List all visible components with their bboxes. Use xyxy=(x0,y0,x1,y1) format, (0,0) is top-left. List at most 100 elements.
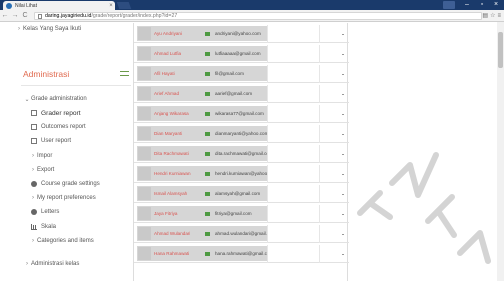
grade-cell[interactable] xyxy=(319,45,349,63)
student-name[interactable]: Ahmad Lutfia xyxy=(154,51,181,56)
scrollbar-thumb[interactable] xyxy=(498,32,503,68)
student-name[interactable]: Anjang Wikarasa xyxy=(154,111,189,116)
avatar[interactable] xyxy=(138,127,151,140)
sidebar-item-outcomes-report[interactable]: Outcomes report xyxy=(31,121,86,133)
sidebar-item-my-courses[interactable]: › Kelas Yang Saya Ikuti xyxy=(15,23,81,35)
grade-cell[interactable] xyxy=(319,105,349,123)
grade-cell[interactable] xyxy=(319,25,349,43)
block-menu-icon[interactable] xyxy=(120,71,129,76)
student-cell[interactable]: Arief Ahmad xyxy=(137,86,203,101)
student-cell[interactable]: Dian Maryanti xyxy=(137,126,203,141)
grade-cell[interactable] xyxy=(267,225,319,243)
maximize-button[interactable]: ▫ xyxy=(475,0,489,10)
profile-icon[interactable] xyxy=(443,1,455,9)
close-window-button[interactable]: × xyxy=(489,0,503,10)
grade-cell[interactable] xyxy=(267,185,319,203)
bookmark-star-icon[interactable]: ☆ xyxy=(490,11,495,21)
avatar[interactable] xyxy=(138,227,151,240)
page-scrollbar[interactable] xyxy=(497,22,504,281)
user-report-icon[interactable] xyxy=(205,51,210,56)
grade-cell[interactable] xyxy=(319,245,349,263)
student-cell[interactable]: Ahmad Lutfia xyxy=(137,46,203,61)
minimize-button[interactable]: – xyxy=(460,0,474,10)
student-name[interactable]: Ismail Alamsyah xyxy=(154,191,187,196)
forward-button[interactable]: → xyxy=(10,10,20,22)
user-report-icon[interactable] xyxy=(205,111,210,116)
user-report-icon[interactable] xyxy=(205,231,210,236)
avatar[interactable] xyxy=(138,147,151,160)
grade-cell[interactable] xyxy=(267,25,319,43)
student-cell[interactable]: Ahmad Wulandari xyxy=(137,226,203,241)
new-tab-button[interactable] xyxy=(116,2,132,9)
user-report-icon[interactable] xyxy=(205,191,210,196)
back-button[interactable]: ← xyxy=(0,10,10,22)
sidebar-item-letters[interactable]: Letters xyxy=(31,206,59,218)
user-report-icon[interactable] xyxy=(205,251,210,256)
grade-cell[interactable] xyxy=(319,145,349,163)
student-name[interactable]: Dian Maryanti xyxy=(154,131,182,136)
student-name[interactable]: Jaya Fitriya xyxy=(154,211,178,216)
student-name[interactable]: Ahmad Wulandari xyxy=(154,231,190,236)
avatar[interactable] xyxy=(138,87,151,100)
user-report-icon[interactable] xyxy=(205,71,210,76)
user-report-icon[interactable] xyxy=(205,131,210,136)
avatar[interactable] xyxy=(138,167,151,180)
user-report-icon[interactable] xyxy=(205,91,210,96)
avatar[interactable] xyxy=(138,247,151,260)
student-cell[interactable]: Afil Hayati xyxy=(137,66,203,81)
student-cell[interactable]: Hendri Kurniawan xyxy=(137,166,203,181)
avatar[interactable] xyxy=(138,67,151,80)
student-cell[interactable]: Ayu Andriyani xyxy=(137,26,203,41)
sidebar-item-export[interactable]: › Export xyxy=(29,164,54,176)
user-report-icon[interactable] xyxy=(205,31,210,36)
student-name[interactable]: Ayu Andriyani xyxy=(154,31,182,36)
student-name[interactable]: Afil Hayati xyxy=(154,71,175,76)
grade-cell[interactable] xyxy=(319,205,349,223)
sidebar-item-report-preferences[interactable]: › My report preferences xyxy=(29,192,96,204)
grade-cell[interactable] xyxy=(267,105,319,123)
grade-cell[interactable] xyxy=(267,205,319,223)
tab-close-icon[interactable]: × xyxy=(107,3,115,9)
sidebar-item-import[interactable]: › Impor xyxy=(29,150,52,162)
browser-menu-icon[interactable]: ≡ xyxy=(497,11,501,21)
user-report-icon[interactable] xyxy=(205,171,210,176)
student-name[interactable]: Hana Rahmawati xyxy=(154,251,189,256)
avatar[interactable] xyxy=(138,187,151,200)
grade-cell[interactable] xyxy=(267,65,319,83)
grade-cell[interactable] xyxy=(267,45,319,63)
sidebar-item-categories-and-items[interactable]: › Categories and items xyxy=(29,235,94,247)
student-cell[interactable]: Hana Rahmawati xyxy=(137,246,203,261)
student-cell[interactable]: Anjang Wikarasa xyxy=(137,106,203,121)
grade-cell[interactable] xyxy=(319,65,349,83)
grade-cell[interactable] xyxy=(319,125,349,143)
student-cell[interactable]: Jaya Fitriya xyxy=(137,206,203,221)
grade-cell[interactable] xyxy=(319,225,349,243)
grade-cell[interactable] xyxy=(319,165,349,183)
user-report-icon[interactable] xyxy=(205,151,210,156)
user-report-icon[interactable] xyxy=(205,211,210,216)
page-info-icon[interactable] xyxy=(38,13,42,19)
avatar[interactable] xyxy=(138,27,151,40)
avatar[interactable] xyxy=(138,107,151,120)
grade-cell[interactable] xyxy=(267,245,319,263)
sidebar-item-user-report[interactable]: User report xyxy=(31,135,71,147)
grade-cell[interactable] xyxy=(319,185,349,203)
sidebar-item-course-grade-settings[interactable]: Course grade settings xyxy=(31,178,100,190)
sidebar-item-course-administration[interactable]: › Administrasi kelas xyxy=(23,258,79,270)
extensions-icon[interactable]: ▤ xyxy=(482,11,488,21)
grade-cell[interactable] xyxy=(267,125,319,143)
grade-cell[interactable] xyxy=(267,165,319,183)
avatar[interactable] xyxy=(138,207,151,220)
grade-cell[interactable] xyxy=(267,145,319,163)
student-name[interactable]: Dita Rachmawati xyxy=(154,151,189,156)
student-cell[interactable]: Ismail Alamsyah xyxy=(137,186,203,201)
student-cell[interactable]: Dita Rachmawati xyxy=(137,146,203,161)
student-name[interactable]: Arief Ahmad xyxy=(154,91,179,96)
sidebar-item-grader-report[interactable]: Grader report xyxy=(31,107,81,119)
grade-cell[interactable] xyxy=(319,85,349,103)
grade-cell[interactable] xyxy=(267,85,319,103)
student-name[interactable]: Hendri Kurniawan xyxy=(154,171,191,176)
sidebar-item-grade-administration[interactable]: ⌄ Grade administration xyxy=(23,93,86,105)
sidebar-item-scales[interactable]: Skala xyxy=(31,221,56,233)
avatar[interactable] xyxy=(138,47,151,60)
